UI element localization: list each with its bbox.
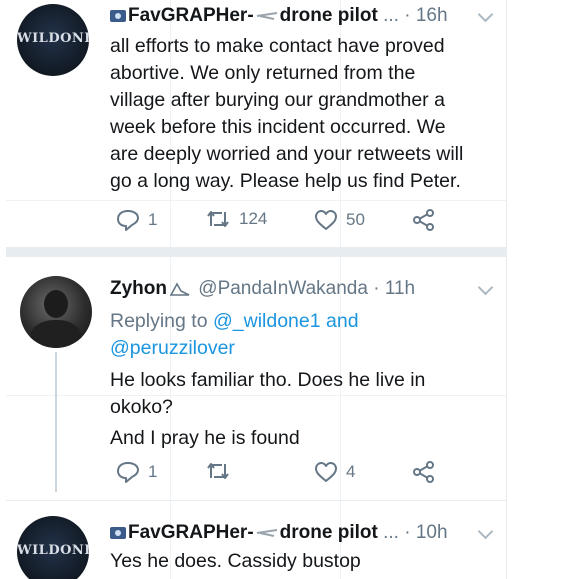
text-line: go a long way. Please help us find Peter… (110, 170, 461, 192)
like-button[interactable]: 50 (314, 209, 365, 231)
text-line: Yes he does. Cassidy bustop (110, 550, 361, 572)
avatar-logo-text: WILDONE (17, 543, 89, 558)
share-icon (413, 209, 434, 231)
share-icon (413, 461, 434, 483)
like-button[interactable]: 4 (314, 461, 355, 483)
text-line: He looks familiar tho. Does he live in (110, 369, 426, 391)
reply-count: 1 (148, 210, 158, 229)
avatar-head (44, 290, 68, 318)
tweet-text: Yes he does. Cassidy bustop (110, 548, 361, 575)
reply-icon (117, 210, 139, 231)
separator: · (373, 278, 380, 299)
display-name-suffix[interactable]: drone pilot (280, 522, 378, 543)
replying-and[interactable]: and (326, 310, 359, 332)
like-count: 4 (346, 462, 356, 481)
retweet-icon (207, 211, 229, 227)
emoji-icon (169, 282, 190, 296)
text-line: all efforts to make contact have proved (110, 35, 445, 57)
drone-emoji-icon (256, 11, 277, 20)
reply-count: 1 (148, 462, 158, 481)
tweet-actions: 1 4 (110, 461, 490, 487)
display-name-suffix[interactable]: drone pilot (280, 5, 378, 26)
text-line: okoko? (110, 396, 173, 418)
text-line: abortive. We only returned from the (110, 62, 416, 84)
tweet-header: FavGRAPHer-drone pilot ... · 10h (110, 522, 448, 544)
avatar-body (30, 320, 82, 348)
text-line: And I pray he is found (110, 427, 300, 449)
tweet-header: Zyhon @PandaInWakanda · 11h (110, 278, 415, 300)
retweet-button[interactable]: 124 (205, 209, 267, 229)
text-line: week before this incident occurred. We (110, 116, 446, 138)
retweet-icon (207, 463, 229, 479)
avatar-logo-text: WILDONE (17, 31, 89, 46)
section-separator (6, 247, 506, 257)
chevron-down-icon[interactable] (477, 279, 494, 296)
tweet-1[interactable]: WILDONE FavGRAPHer-drone pilot ... · 16h… (6, 0, 506, 246)
truncation: ... (383, 5, 399, 26)
chevron-down-icon[interactable] (477, 6, 494, 23)
reply-button[interactable]: 1 (116, 209, 157, 231)
handle[interactable]: @PandaInWakanda (198, 278, 368, 299)
reply-icon (117, 462, 139, 483)
retweet-count: 124 (239, 209, 268, 228)
replying-to: Replying to @_wildone1 and @peruzzilover (110, 308, 359, 362)
tweet-header: FavGRAPHer-drone pilot ... · 16h (110, 5, 448, 27)
avatar[interactable]: WILDONE (17, 516, 89, 579)
display-name[interactable]: FavGRAPHer- (128, 5, 254, 26)
tweet-text: He looks familiar tho. Does he live in o… (110, 367, 425, 452)
mention-link[interactable]: @peruzzilover (110, 337, 235, 359)
like-icon (315, 462, 337, 482)
tweet-actions: 1 124 50 (110, 209, 490, 235)
like-icon (315, 210, 337, 230)
drone-emoji-icon (256, 528, 277, 537)
share-button[interactable] (412, 461, 436, 483)
camera-emoji-icon (110, 526, 126, 539)
timestamp[interactable]: 11h (385, 278, 415, 299)
avatar[interactable] (20, 276, 92, 348)
share-button[interactable] (412, 209, 436, 231)
chevron-down-icon[interactable] (477, 523, 494, 540)
tweet-3[interactable]: WILDONE FavGRAPHer-drone pilot ... · 10h… (6, 502, 506, 579)
mention-link[interactable]: @_wildone1 (213, 310, 321, 332)
retweet-button[interactable] (205, 461, 239, 481)
text-line: are deeply worried and your retweets wil… (110, 143, 464, 165)
timestamp[interactable]: 10h (416, 522, 448, 543)
reply-button[interactable]: 1 (116, 461, 157, 483)
truncation: ... (383, 522, 399, 543)
separator: · (404, 522, 411, 543)
replying-prefix: Replying to (110, 310, 208, 332)
text-line: village after burying our grandmother a (110, 89, 445, 111)
timestamp[interactable]: 16h (416, 5, 448, 26)
thread-connector (55, 352, 57, 492)
display-name[interactable]: FavGRAPHer- (128, 522, 254, 543)
display-name[interactable]: Zyhon (110, 278, 167, 299)
tweet-2[interactable]: Zyhon @PandaInWakanda · 11h Replying to … (6, 266, 506, 496)
tweet-divider (6, 500, 506, 501)
tweet-text: all efforts to make contact have proved … (110, 33, 463, 195)
like-count: 50 (346, 210, 365, 229)
camera-emoji-icon (110, 9, 126, 22)
avatar[interactable]: WILDONE (17, 4, 89, 76)
separator: · (404, 5, 411, 26)
